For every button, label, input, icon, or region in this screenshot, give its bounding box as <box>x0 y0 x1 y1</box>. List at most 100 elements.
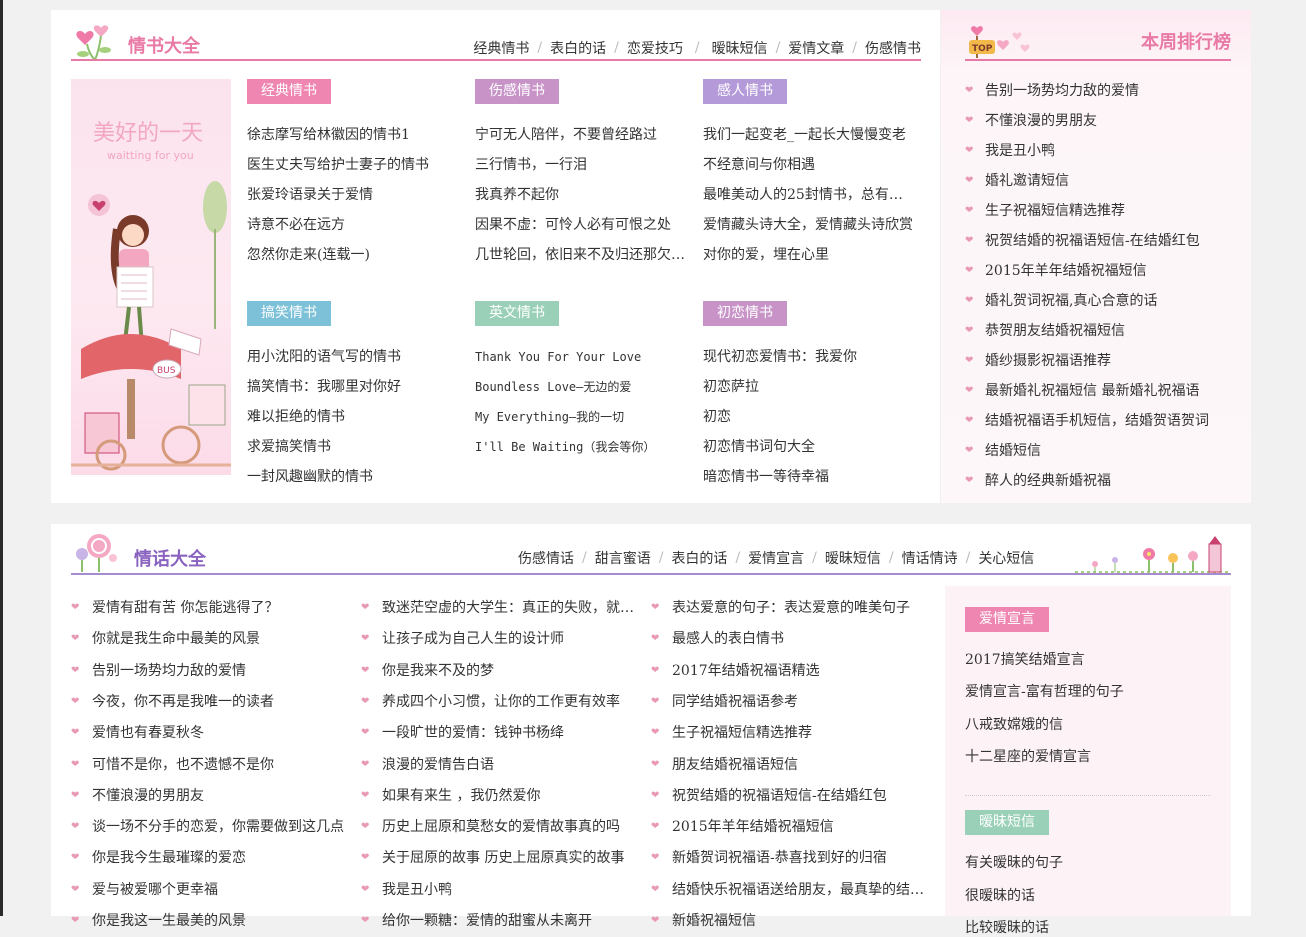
qingshu-link[interactable]: 医生丈夫写给护士妻子的情书 <box>247 156 437 174</box>
ranking-link[interactable]: 祝贺结婚的祝福语短信-在结婚红包 <box>985 232 1235 250</box>
nav-biaobai-qinghua[interactable]: 表白的话 <box>671 548 727 568</box>
ranking-link[interactable]: 婚礼邀请短信 <box>985 172 1235 190</box>
qinghua-link[interactable]: 新婚祝福短信 <box>672 912 928 930</box>
qinghua-link[interactable]: 祝贺结婚的祝福语短信-在结婚红包 <box>672 787 928 805</box>
qingshu-link[interactable]: 因果不虚：可怜人必有可恨之处 <box>475 216 685 234</box>
qinghua-link[interactable]: 如果有来生 ，我仍然爱你 <box>382 787 638 805</box>
category-badge-3[interactable]: 搞笑情书 <box>247 301 331 326</box>
qinghua-link[interactable]: 爱情也有春夏秋冬 <box>92 724 348 742</box>
qinghua-title[interactable]: 情话大全 <box>134 545 206 571</box>
qinghua-link[interactable]: 你是我来不及的梦 <box>382 662 638 680</box>
qingshu-link[interactable]: 几世轮回，依旧来不及归还那欠你的情 <box>475 246 685 264</box>
qingshu-link[interactable]: 一封风趣幽默的情书 <box>247 468 437 486</box>
nav-guanxin[interactable]: 关心短信 <box>978 548 1034 568</box>
qingshu-link[interactable]: 初恋情书词句大全 <box>703 438 913 456</box>
ranking-link[interactable]: 告别一场势均力敌的爱情 <box>985 82 1235 100</box>
ranking-link[interactable]: 婚纱摄影祝福语推荐 <box>985 352 1235 370</box>
qingshu-link[interactable]: Boundless Love—无边的爱 <box>475 378 685 396</box>
qinghua-link[interactable]: 表达爱意的句子：表达爱意的唯美句子 <box>672 599 928 617</box>
qinghua-link[interactable]: 让孩子成为自己人生的设计师 <box>382 630 638 648</box>
qingshu-link[interactable]: 最唯美动人的25封情书，总有一封打动你 <box>703 186 913 204</box>
nav-aimei-qinghua[interactable]: 暧昧短信 <box>825 548 881 568</box>
qingshu-link[interactable]: 我真养不起你 <box>475 186 685 204</box>
qinghua-link[interactable]: 历史上屈原和莫愁女的爱情故事真的吗 <box>382 818 638 836</box>
ranking-link[interactable]: 婚礼贺词祝福,真心合意的话 <box>985 292 1235 310</box>
ranking-link[interactable]: 2015年羊年结婚祝福短信 <box>985 262 1235 280</box>
side-link[interactable]: 爱情宣言-富有哲理的句子 <box>965 683 1211 701</box>
qingshu-link[interactable]: Thank You For Your Love <box>475 348 685 366</box>
nav-biaobai[interactable]: 表白的话 <box>550 38 606 58</box>
nav-xuanyan[interactable]: 爱情宣言 <box>748 548 804 568</box>
ranking-link[interactable]: 结婚短信 <box>985 442 1235 460</box>
qinghua-link[interactable]: 谈一场不分手的恋爱，你需要做到这几点 <box>92 818 348 836</box>
qinghua-link[interactable]: 给你一颗糖：爱情的甜蜜从未离开 <box>382 912 638 930</box>
nav-lianai[interactable]: 恋爱技巧 <box>627 38 683 58</box>
ranking-link[interactable]: 醉人的经典新婚祝福 <box>985 472 1235 490</box>
qinghua-link[interactable]: 致迷茫空虚的大学生：真正的失败，就是从不尝试 <box>382 599 638 617</box>
qinghua-link[interactable]: 你是我这一生最美的风景 <box>92 912 348 930</box>
category-badge-2[interactable]: 感人情书 <box>703 79 787 104</box>
qinghua-link[interactable]: 爱情有甜有苦 你怎能逃得了？ <box>92 599 348 617</box>
nav-tianyan[interactable]: 甜言蜜语 <box>595 548 651 568</box>
qinghua-link[interactable]: 关于屈原的故事 历史上屈原真实的故事 <box>382 849 638 867</box>
qinghua-link[interactable]: 你就是我生命中最美的风景 <box>92 630 348 648</box>
qinghua-link[interactable]: 浪漫的爱情告白语 <box>382 756 638 774</box>
qinghua-link[interactable]: 同学结婚祝福语参考 <box>672 693 928 711</box>
qinghua-link[interactable]: 结婚快乐祝福语送给朋友，最真挚的结婚祝福 <box>672 881 928 899</box>
qingshu-link[interactable]: 难以拒绝的情书 <box>247 408 437 426</box>
ranking-link[interactable]: 结婚祝福语手机短信，结婚贺语贺词 <box>985 412 1235 430</box>
category-badge-4[interactable]: 英文情书 <box>475 301 559 326</box>
side-link[interactable]: 八戒致嫦娥的信 <box>965 716 1211 734</box>
ranking-link[interactable]: 最新婚礼祝福短信 最新婚礼祝福语 <box>985 382 1235 400</box>
qinghua-link[interactable]: 你是我今生最璀璨的爱恋 <box>92 849 348 867</box>
ranking-link[interactable]: 生子祝福短信精选推荐 <box>985 202 1235 220</box>
qingshu-link[interactable]: 徐志摩写给林徽因的情书1 <box>247 126 437 144</box>
side-link[interactable]: 十二星座的爱情宣言 <box>965 748 1211 766</box>
side-link[interactable]: 很暧昧的话 <box>965 887 1211 905</box>
ranking-link[interactable]: 不懂浪漫的男朋友 <box>985 112 1235 130</box>
qingshu-link[interactable]: 爱情藏头诗大全，爱情藏头诗欣赏 <box>703 216 913 234</box>
side-link[interactable]: 比较暧昧的话 <box>965 919 1211 937</box>
qinghua-link[interactable]: 我是丑小鸭 <box>382 881 638 899</box>
nav-jingdian[interactable]: 经典情书 <box>473 38 529 58</box>
qingshu-link[interactable]: 初恋 <box>703 408 913 426</box>
side-badge-0[interactable]: 爱情宣言 <box>965 607 1049 632</box>
side-link[interactable]: 有关暧昧的句子 <box>965 854 1211 872</box>
qinghua-link[interactable]: 2017年结婚祝福语精选 <box>672 662 928 680</box>
qinghua-link[interactable]: 爱与被爱哪个更幸福 <box>92 881 348 899</box>
qingshu-link[interactable]: 张爱玲语录关于爱情 <box>247 186 437 204</box>
side-link[interactable]: 2017搞笑结婚宣言 <box>965 651 1211 669</box>
nav-shanggan[interactable]: 伤感情书 <box>865 38 921 58</box>
qingshu-link[interactable]: 宁可无人陪伴，不要曾经路过 <box>475 126 685 144</box>
qingshu-link[interactable]: 对你的爱，埋在心里 <box>703 246 913 264</box>
nav-qingshi[interactable]: 情话情诗 <box>902 548 958 568</box>
nav-shanggan-qinghua[interactable]: 伤感情话 <box>518 548 574 568</box>
category-badge-0[interactable]: 经典情书 <box>247 79 331 104</box>
qinghua-link[interactable]: 养成四个小习惯，让你的工作更有效率 <box>382 693 638 711</box>
qingshu-link[interactable]: 用小沈阳的语气写的情书 <box>247 348 437 366</box>
qingshu-link[interactable]: 我们一起变老_一起长大慢慢变老 <box>703 126 913 144</box>
qingshu-link[interactable]: 不经意间与你相遇 <box>703 156 913 174</box>
qinghua-link[interactable]: 朋友结婚祝福语短信 <box>672 756 928 774</box>
qinghua-link[interactable]: 不懂浪漫的男朋友 <box>92 787 348 805</box>
qingshu-link[interactable]: 诗意不必在远方 <box>247 216 437 234</box>
ranking-link[interactable]: 恭贺朋友结婚祝福短信 <box>985 322 1235 340</box>
qingshu-link[interactable]: I'll Be Waiting（我会等你） <box>475 438 685 456</box>
side-badge-1[interactable]: 暧昧短信 <box>965 810 1049 836</box>
qingshu-link[interactable]: 搞笑情书：我哪里对你好 <box>247 378 437 396</box>
illustration-banner[interactable]: 美好的一天 waitting for you BUS <box>71 79 231 475</box>
qinghua-link[interactable]: 新婚贺词祝福语-恭喜找到好的归宿 <box>672 849 928 867</box>
qingshu-title[interactable]: 情书大全 <box>128 32 200 58</box>
qingshu-link[interactable]: 初恋萨拉 <box>703 378 913 396</box>
qinghua-link[interactable]: 今夜，你不再是我唯一的读者 <box>92 693 348 711</box>
qinghua-link[interactable]: 一段旷世的爱情：钱钟书杨绛 <box>382 724 638 742</box>
qingshu-link[interactable]: My Everything—我的一切 <box>475 408 685 426</box>
category-badge-5[interactable]: 初恋情书 <box>703 301 787 326</box>
qinghua-link[interactable]: 生子祝福短信精选推荐 <box>672 724 928 742</box>
qingshu-link[interactable]: 暗恋情书一等待幸福 <box>703 468 913 486</box>
qingshu-link[interactable]: 三行情书，一行泪 <box>475 156 685 174</box>
qinghua-link[interactable]: 可惜不是你，也不遗憾不是你 <box>92 756 348 774</box>
qinghua-link[interactable]: 2015年羊年结婚祝福短信 <box>672 818 928 836</box>
qingshu-link[interactable]: 现代初恋爱情书：我爱你 <box>703 348 913 366</box>
nav-aimei[interactable]: 暧昧短信 <box>712 38 768 58</box>
